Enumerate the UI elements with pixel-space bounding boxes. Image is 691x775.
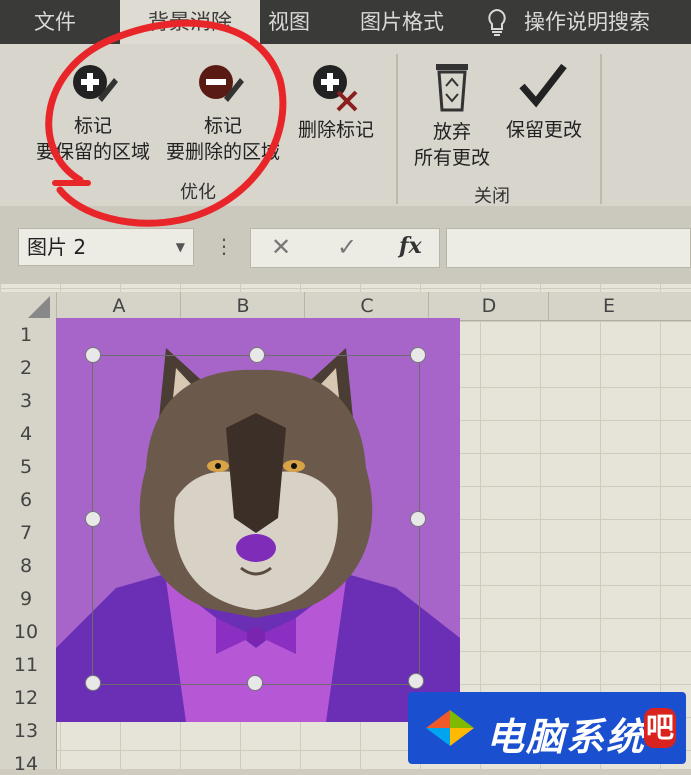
- formula-input[interactable]: [446, 228, 691, 268]
- resize-handle[interactable]: [247, 675, 263, 691]
- ribbon-separator-2: [600, 54, 602, 204]
- column-header-c[interactable]: C: [304, 292, 429, 320]
- discard-changes-button[interactable]: 放弃 所有更改: [404, 58, 500, 170]
- chevron-down-icon[interactable]: ▼: [176, 229, 185, 265]
- insert-function-icon[interactable]: fx: [399, 233, 422, 259]
- resize-handle[interactable]: [85, 675, 101, 691]
- mark-keep-label-1: 标记: [73, 115, 112, 137]
- row-header[interactable]: 6: [0, 489, 52, 511]
- delete-mark-icon: [308, 62, 362, 116]
- keep-changes-button[interactable]: 保留更改: [494, 60, 594, 150]
- column-header-a[interactable]: A: [56, 292, 181, 320]
- delete-mark-button[interactable]: 删除标记: [288, 60, 384, 150]
- mark-remove-button[interactable]: 标记 要删除的区域: [156, 60, 290, 170]
- column-header-b[interactable]: B: [180, 292, 305, 320]
- resize-handle[interactable]: [410, 511, 426, 527]
- name-box-value: 图片 2: [27, 235, 87, 259]
- tab-picture-format[interactable]: 图片格式: [360, 6, 444, 44]
- group-label-close: 关闭: [474, 186, 510, 207]
- mark-remove-label-2: 要删除的区域: [165, 141, 280, 163]
- discard-label-2: 所有更改: [413, 147, 490, 169]
- row-header[interactable]: 10: [0, 621, 52, 643]
- lightbulb-icon: [486, 8, 508, 42]
- logo-badge: 吧: [644, 708, 676, 748]
- checkmark-icon: [518, 62, 568, 112]
- select-all-corner[interactable]: [28, 296, 50, 318]
- site-logo: 电脑系统 吧: [408, 692, 686, 764]
- row-header[interactable]: 1: [0, 324, 52, 346]
- row-header[interactable]: 11: [0, 654, 52, 676]
- row-header[interactable]: 2: [0, 357, 52, 379]
- resize-handle[interactable]: [410, 347, 426, 363]
- name-box[interactable]: 图片 2 ▼: [18, 228, 194, 266]
- row-header[interactable]: 8: [0, 555, 52, 577]
- resize-handle[interactable]: [85, 511, 101, 527]
- tab-view[interactable]: 视图: [268, 6, 310, 44]
- resize-handle[interactable]: [249, 347, 265, 363]
- delete-mark-label: 删除标记: [297, 119, 374, 141]
- row-header[interactable]: 4: [0, 423, 52, 445]
- row-header[interactable]: 9: [0, 588, 52, 610]
- column-header-row: A B C D E: [0, 292, 691, 321]
- row-header[interactable]: 13: [0, 720, 52, 742]
- enter-check-icon[interactable]: ✓: [337, 233, 357, 261]
- column-header-d[interactable]: D: [428, 292, 549, 320]
- row-header-column: 1 2 3 4 5 6 7 8 9 10 11 12 13 14: [0, 320, 57, 775]
- logo-text: 电脑系统: [486, 714, 647, 759]
- windows-logo-icon: [422, 704, 478, 756]
- row-header[interactable]: 14: [0, 753, 52, 775]
- minus-pencil-icon: [196, 62, 246, 110]
- mark-keep-button[interactable]: 标记 要保留的区域: [26, 60, 160, 170]
- picture-selection-frame: [92, 355, 420, 685]
- row-header[interactable]: 5: [0, 456, 52, 478]
- resize-handle[interactable]: [408, 673, 424, 689]
- tab-background-removal[interactable]: 背景消除: [120, 0, 260, 44]
- keep-changes-label: 保留更改: [505, 119, 582, 141]
- ribbon-separator: [396, 54, 398, 204]
- tab-file[interactable]: 文件: [34, 6, 76, 44]
- row-header[interactable]: 3: [0, 390, 52, 412]
- mark-remove-label-1: 标记: [203, 115, 242, 137]
- resize-handle[interactable]: [85, 347, 101, 363]
- more-options-icon[interactable]: ⋮: [214, 234, 234, 258]
- cancel-icon[interactable]: ✕: [271, 233, 291, 261]
- recycle-bin-icon: [432, 60, 472, 116]
- mark-keep-label-2: 要保留的区域: [35, 141, 150, 163]
- formula-buttons: ✕ ✓ fx: [250, 228, 440, 268]
- row-header[interactable]: 12: [0, 687, 52, 709]
- tell-me-search[interactable]: 操作说明搜索: [524, 6, 650, 44]
- ribbon-tab-bar: 文件 背景消除 视图 图片格式 操作说明搜索: [0, 0, 691, 44]
- group-label-refine: 优化: [180, 182, 216, 203]
- discard-label-1: 放弃: [432, 121, 471, 143]
- plus-pencil-icon: [70, 62, 120, 110]
- column-header-e[interactable]: E: [548, 292, 669, 320]
- row-header[interactable]: 7: [0, 522, 52, 544]
